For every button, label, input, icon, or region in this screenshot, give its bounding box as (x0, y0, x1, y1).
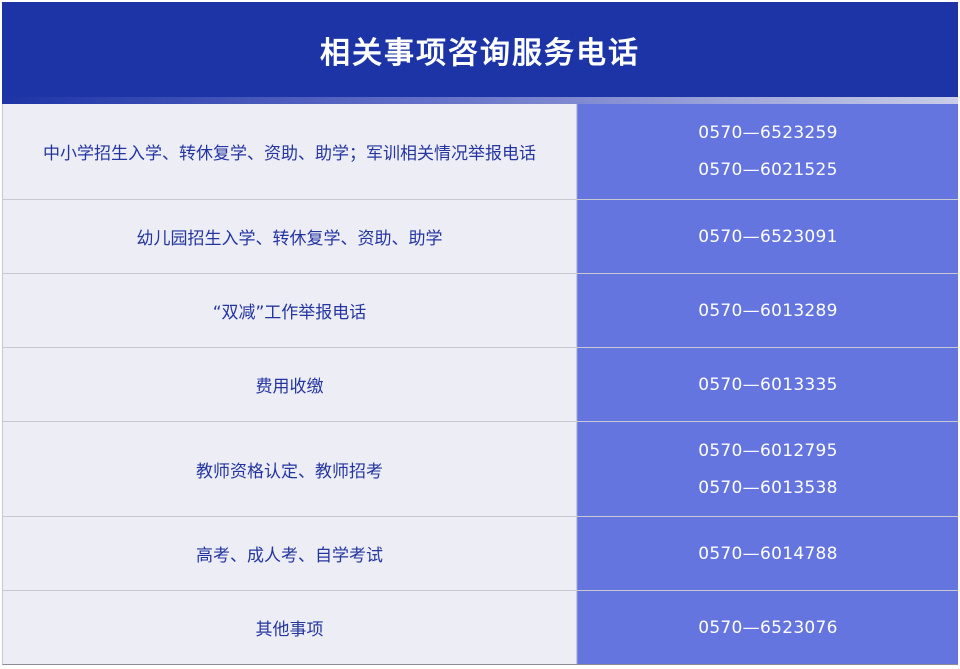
phone-cell: 0570—6523076 (577, 591, 958, 664)
phone-cell: 0570—6013289 (577, 274, 958, 347)
phone-number[interactable]: 0570—6013538 (698, 476, 838, 500)
phone-number[interactable]: 0570—6523259 (698, 121, 838, 145)
phone-number[interactable]: 0570—6013289 (698, 299, 838, 323)
item-cell: 其他事项 (3, 591, 577, 664)
item-cell: 费用收缴 (3, 348, 577, 421)
header-banner: 相关事项咨询服务电话 (2, 2, 958, 101)
phone-cell: 0570—6012795 0570—6013538 (577, 422, 958, 516)
item-cell: “双减”工作举报电话 (3, 274, 577, 347)
table-row: 其他事项 0570—6523076 (3, 590, 958, 664)
phone-number[interactable]: 0570—6021525 (698, 158, 838, 182)
table-row: 教师资格认定、教师招考 0570—6012795 0570—6013538 (3, 421, 958, 516)
phone-number[interactable]: 0570—6014788 (698, 542, 838, 566)
phone-cell: 0570—6013335 (577, 348, 958, 421)
phone-cell: 0570—6523091 (577, 200, 958, 273)
page-title: 相关事项咨询服务电话 (320, 35, 640, 71)
phone-number[interactable]: 0570—6012795 (698, 439, 838, 463)
header-accent-bar (2, 97, 958, 104)
table-row: “双减”工作举报电话 0570—6013289 (3, 273, 958, 347)
table-row: 高考、成人考、自学考试 0570—6014788 (3, 516, 958, 590)
hotline-table: 中小学招生入学、转休复学、资助、助学；军训相关情况举报电话 0570—65232… (2, 104, 958, 665)
phone-number[interactable]: 0570—6523076 (698, 616, 838, 640)
item-cell: 高考、成人考、自学考试 (3, 517, 577, 590)
table-row: 中小学招生入学、转休复学、资助、助学；军训相关情况举报电话 0570—65232… (3, 104, 958, 199)
item-cell: 中小学招生入学、转休复学、资助、助学；军训相关情况举报电话 (3, 104, 577, 199)
phone-cell: 0570—6014788 (577, 517, 958, 590)
phone-number[interactable]: 0570—6013335 (698, 373, 838, 397)
table-row: 幼儿园招生入学、转休复学、资助、助学 0570—6523091 (3, 199, 958, 273)
item-cell: 幼儿园招生入学、转休复学、资助、助学 (3, 200, 577, 273)
phone-cell: 0570—6523259 0570—6021525 (577, 104, 958, 199)
phone-number[interactable]: 0570—6523091 (698, 225, 838, 249)
table-row: 费用收缴 0570—6013335 (3, 347, 958, 421)
item-cell: 教师资格认定、教师招考 (3, 422, 577, 516)
contact-page: 相关事项咨询服务电话 中小学招生入学、转休复学、资助、助学；军训相关情况举报电话… (0, 0, 960, 669)
